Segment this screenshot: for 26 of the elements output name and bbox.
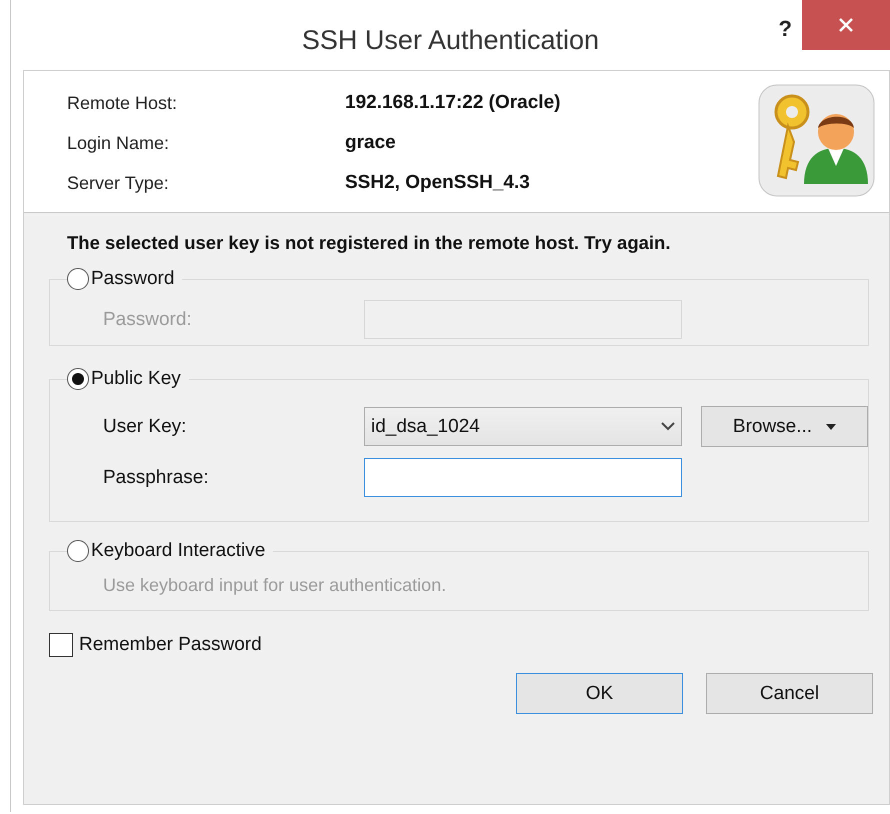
info-value: grace	[345, 132, 397, 154]
close-button[interactable]	[802, 0, 890, 50]
field-label: Password:	[103, 308, 193, 330]
key-dropdown[interactable]: id_dsa_1024	[364, 407, 682, 446]
error-message: The selected user key is not registered in the remote host. Try again.	[67, 232, 672, 254]
ok-button[interactable]: OK	[516, 673, 683, 714]
chevron-icon	[661, 422, 675, 431]
method-description: Use keyboard input for user authentication.	[103, 575, 448, 596]
close-icon	[838, 17, 854, 33]
text-field[interactable]	[364, 458, 682, 497]
remember-checkbox[interactable]: Remember Password	[49, 633, 262, 657]
window-title: SSH User Authentication	[302, 24, 600, 56]
key-user-icon	[758, 84, 875, 197]
field-label: User Key:	[103, 416, 188, 438]
caret-icon	[826, 424, 836, 430]
radio-button[interactable]: Password	[67, 268, 174, 290]
info-label: Server Type:	[67, 172, 170, 194]
info-value: 192.168.1.17:22 (Oracle)	[345, 92, 560, 114]
info-label: Login Name:	[67, 132, 170, 154]
field-label: Passphrase:	[103, 466, 210, 488]
help-button[interactable]: ?	[778, 16, 792, 42]
info-label: Remote Host:	[67, 92, 178, 114]
info-value: SSH2, OpenSSH_4.3	[345, 172, 531, 194]
cancel-button[interactable]: Cancel	[706, 673, 873, 714]
browse-button[interactable]: Browse...	[701, 406, 868, 447]
radio-button[interactable]: Public Key	[67, 368, 181, 390]
